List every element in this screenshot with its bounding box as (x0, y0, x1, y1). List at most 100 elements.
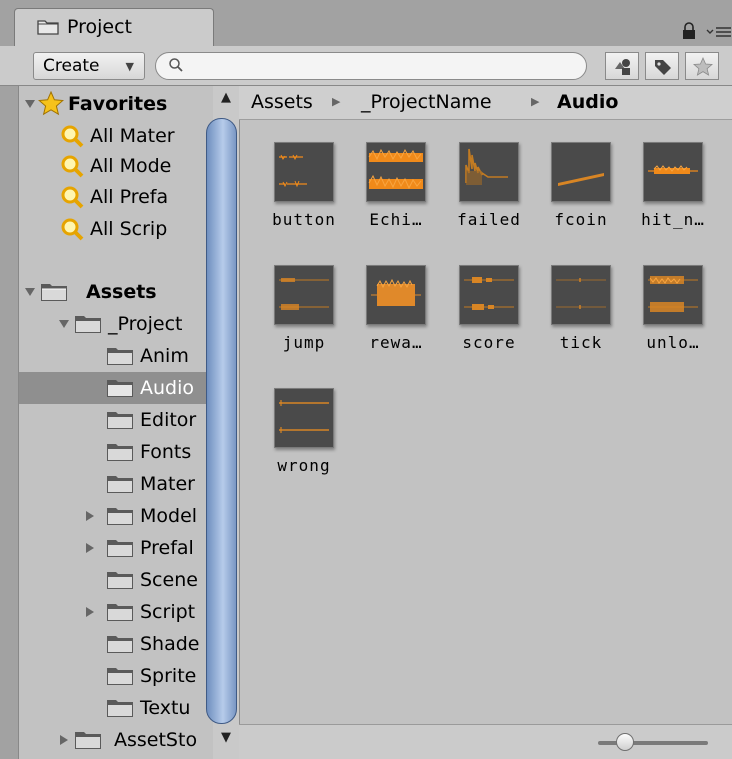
audio-asset[interactable]: fcoin (535, 142, 627, 257)
foldout-closed-icon[interactable] (84, 606, 96, 618)
chevron-right-icon: ▶ (332, 95, 341, 108)
foldout-closed-icon[interactable] (58, 734, 70, 746)
folder-icon (107, 444, 133, 461)
folder-icon (107, 380, 133, 397)
audio-waveform-thumbnail (366, 142, 426, 202)
favorite-item-label: All Mode (90, 155, 172, 177)
tree-folder-label: Model (140, 505, 198, 527)
audio-asset[interactable]: Echi… (350, 142, 442, 257)
favorite-filter-button[interactable] (685, 52, 719, 80)
scroll-down-icon[interactable]: ▼ (213, 730, 239, 750)
tree-asset-store[interactable]: AssetSto (18, 724, 213, 756)
search-input[interactable] (155, 52, 587, 80)
audio-asset[interactable]: button (258, 142, 350, 257)
search-icon (61, 155, 84, 178)
audio-asset[interactable]: wrong (258, 388, 350, 503)
folder-icon (107, 412, 133, 429)
tree-folder[interactable]: Model (18, 500, 213, 532)
foldout-open-icon (25, 288, 35, 296)
audio-waveform-thumbnail (459, 142, 519, 202)
asset-name: jump (282, 333, 326, 352)
search-icon (61, 186, 84, 209)
tree-folder[interactable]: Mater (18, 468, 213, 500)
tree-project-folder[interactable]: _Project (18, 308, 213, 340)
tree-folder[interactable]: Fonts (18, 436, 213, 468)
asset-name: hit_n… (641, 210, 705, 229)
tree-folder[interactable]: Editor (18, 404, 213, 436)
waveform-icon (648, 165, 698, 174)
scroll-up-icon[interactable]: ▲ (213, 90, 239, 110)
filter-type-button[interactable] (605, 52, 639, 80)
waveform-icon (371, 278, 421, 306)
tree-folder-label: Textu (140, 697, 191, 719)
chevron-down-icon: ▼ (125, 60, 134, 73)
favorite-item[interactable]: All Scrip (18, 213, 213, 245)
audio-asset[interactable]: jump (258, 265, 350, 380)
audio-waveform-thumbnail (366, 265, 426, 325)
audio-waveform-thumbnail (643, 265, 703, 325)
waveform-icon (464, 277, 514, 310)
label-tag-icon (655, 60, 671, 75)
lock-icon[interactable] (680, 22, 698, 40)
breadcrumb-item[interactable]: _ProjectName (361, 86, 492, 118)
folder-icon (37, 20, 59, 35)
asset-name: fcoin (554, 210, 608, 229)
folder-icon (75, 316, 101, 333)
tree-folder[interactable]: Textu (18, 692, 213, 724)
waveform-icon (368, 148, 423, 190)
tree-folder-label: Mater (140, 473, 195, 495)
tree-folder[interactable]: Shade (18, 628, 213, 660)
asset-name: Echi… (369, 210, 423, 229)
favorite-item[interactable]: All Mater (18, 120, 213, 152)
tree-folder-label: Shade (140, 633, 200, 655)
zoom-slider-track[interactable] (598, 741, 708, 745)
favorite-item[interactable]: All Prefa (18, 181, 213, 213)
audio-asset[interactable]: hit_n… (627, 142, 719, 257)
foldout-closed-icon[interactable] (84, 510, 96, 522)
waveform-icon (279, 400, 329, 433)
audio-asset[interactable]: score (443, 265, 535, 380)
tab-label: Project (67, 16, 133, 38)
pane-border (18, 86, 19, 759)
tree-folder-label: Fonts (140, 441, 192, 463)
audio-asset[interactable]: rewa… (350, 265, 442, 380)
star-icon (38, 91, 64, 116)
filter-label-button[interactable] (645, 52, 679, 80)
create-button[interactable]: Create ▼ (33, 52, 145, 80)
tree-assets[interactable]: Assets (18, 276, 213, 308)
tree-favorites[interactable]: Favorites (18, 88, 213, 120)
tree-folder[interactable]: Anim (18, 340, 213, 372)
foldout-closed-icon[interactable] (84, 542, 96, 554)
waveform-icon (556, 278, 606, 309)
waveform-icon (648, 276, 698, 312)
tab-project[interactable]: Project (14, 8, 214, 46)
tree-folder-label: Scene (140, 569, 198, 591)
asset-name: rewa… (369, 333, 423, 352)
tree-assets-label: Assets (86, 281, 157, 303)
toolbar: Create ▼ (0, 46, 732, 86)
breadcrumb: Assets ▶ _ProjectName ▶ Audio (239, 86, 732, 120)
tree-project-label: _Project (108, 313, 183, 335)
favorite-item[interactable]: All Mode (18, 150, 213, 182)
tree-folder[interactable]: Scene (18, 564, 213, 596)
tree-folder[interactable]: Sprite (18, 660, 213, 692)
favorite-item-label: All Scrip (90, 218, 168, 240)
filter-type-icon (615, 59, 630, 75)
breadcrumb-current[interactable]: Audio (557, 86, 618, 118)
audio-asset[interactable]: failed (443, 142, 535, 257)
audio-waveform-thumbnail (459, 265, 519, 325)
scrollbar-thumb[interactable] (206, 118, 237, 724)
tree-folder-selected[interactable]: Audio (18, 372, 213, 404)
breadcrumb-item[interactable]: Assets (251, 86, 313, 118)
tree-folder[interactable]: Script (18, 596, 213, 628)
tree-folder[interactable]: Prefal (18, 532, 213, 564)
menu-icon[interactable] (705, 24, 732, 40)
tree-folder-label: Sprite (140, 665, 197, 687)
audio-waveform-thumbnail (274, 265, 334, 325)
audio-asset[interactable]: tick (535, 265, 627, 380)
folder-icon (107, 540, 133, 557)
waveform-icon (558, 173, 604, 186)
tree-folder-label: Editor (140, 409, 197, 431)
waveform-icon (279, 154, 307, 188)
audio-asset[interactable]: unlo… (627, 265, 719, 380)
